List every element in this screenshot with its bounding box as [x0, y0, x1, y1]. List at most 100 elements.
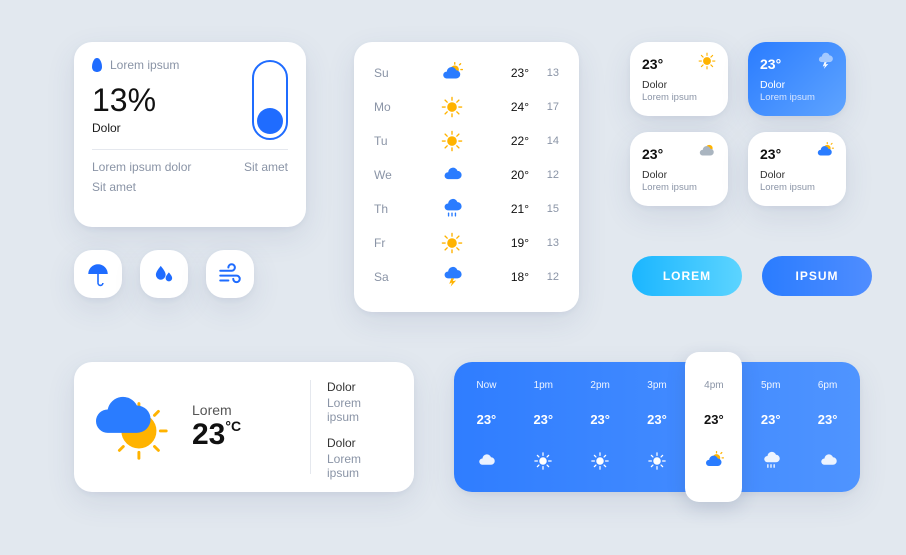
rain-icon	[404, 198, 499, 220]
divider	[92, 149, 288, 150]
high-temp: 21°	[499, 202, 529, 216]
high-temp: 24°	[499, 100, 529, 114]
hour-label: 2pm	[590, 380, 609, 391]
low-temp: 17	[535, 101, 559, 113]
mini-card-1[interactable]: 23° Dolor Lorem ipsum	[630, 42, 728, 116]
cloudg-icon	[818, 448, 838, 474]
sunny-icon	[698, 52, 716, 75]
cloudy-icon	[404, 164, 499, 186]
hour-label: 3pm	[647, 380, 666, 391]
weekly-row[interactable]: Mo 24° 17	[374, 90, 559, 124]
current-temp: 23°C	[192, 418, 292, 452]
hour-slot[interactable]: 2pm 23°	[572, 376, 629, 478]
weekday-label: Su	[374, 66, 404, 80]
mini-card-3[interactable]: 23° Dolor Lorem ipsum	[630, 132, 728, 206]
droplet-icon	[92, 58, 102, 72]
high-temp: 22°	[499, 134, 529, 148]
weekday-label: Th	[374, 202, 404, 216]
hour-slot[interactable]: 1pm 23°	[515, 376, 572, 478]
cloudg-icon	[476, 448, 496, 474]
low-temp: 12	[535, 271, 559, 283]
humidity-line2: Sit amet	[92, 180, 288, 194]
hour-temp: 23°	[477, 412, 497, 427]
current-v1: Lorem ipsum	[327, 396, 392, 424]
hour-temp: 23°	[818, 412, 838, 427]
mini-temp: 23°	[760, 56, 781, 72]
hour-temp: 23°	[533, 412, 553, 427]
current-label: Lorem	[192, 402, 292, 418]
hour-slot[interactable]: Now 23°	[458, 376, 515, 478]
hourly-forecast[interactable]: Now 23° 1pm 23° 2pm 23° 3pm 23° 4pm 23° …	[454, 362, 860, 492]
low-temp: 13	[535, 67, 559, 79]
hour-temp: 23°	[647, 412, 667, 427]
current-v2: Lorem ipsum	[327, 452, 392, 480]
high-temp: 20°	[499, 168, 529, 182]
weekly-row[interactable]: Su 23° 13	[374, 56, 559, 90]
sunw-icon	[647, 448, 667, 474]
mini-line2: Lorem ipsum	[760, 182, 834, 193]
mini-temp: 23°	[642, 146, 663, 162]
storm-icon	[404, 266, 499, 288]
current-weather-icon	[96, 380, 174, 474]
weekday-label: Tu	[374, 134, 404, 148]
mini-temp: 23°	[760, 146, 781, 162]
hour-label: 6pm	[818, 380, 837, 391]
weekday-label: Fr	[374, 236, 404, 250]
low-temp: 13	[535, 237, 559, 249]
weekday-label: Mo	[374, 100, 404, 114]
weekly-row[interactable]: Tu 22° 14	[374, 124, 559, 158]
hour-label: 4pm	[704, 380, 723, 391]
rainw-icon	[761, 448, 781, 474]
partly-icon	[404, 62, 499, 84]
weekday-label: Sa	[374, 270, 404, 284]
weekly-forecast: Su 23° 13 Mo 24° 17 Tu 22° 14 We 20° 12 …	[354, 42, 579, 312]
current-k1: Dolor	[327, 380, 392, 394]
tile-raindrops[interactable]	[140, 250, 188, 298]
sunw-icon	[533, 448, 553, 474]
sunw-icon	[590, 448, 610, 474]
weekly-row[interactable]: We 20° 12	[374, 158, 559, 192]
hour-slot[interactable]: 4pm 23°	[685, 376, 742, 478]
current-k2: Dolor	[327, 436, 392, 450]
partly-grey-icon	[698, 142, 716, 165]
umbrella-icon	[85, 261, 111, 287]
current-weather-card: Lorem 23°C Dolor Lorem ipsum Dolor Lorem…	[74, 362, 414, 492]
tile-wind[interactable]	[206, 250, 254, 298]
raindrops-icon	[151, 261, 177, 287]
weekly-row[interactable]: Th 21° 15	[374, 192, 559, 226]
hour-temp: 23°	[704, 412, 724, 427]
lorem-button[interactable]: LOREM	[632, 256, 742, 296]
partly-icon	[704, 448, 724, 474]
weekly-row[interactable]: Sa 18° 12	[374, 260, 559, 294]
humidity-toggle[interactable]	[252, 60, 288, 140]
low-temp: 14	[535, 135, 559, 147]
high-temp: 23°	[499, 66, 529, 80]
high-temp: 18°	[499, 270, 529, 284]
mini-line1: Dolor	[760, 79, 834, 91]
sunny-icon	[404, 130, 499, 152]
humidity-line1-left: Lorem ipsum dolor	[92, 160, 191, 174]
hour-slot[interactable]: 3pm 23°	[629, 376, 686, 478]
mini-line1: Dolor	[760, 169, 834, 181]
mini-card-2[interactable]: 23° Dolor Lorem ipsum	[748, 42, 846, 116]
hour-temp: 23°	[761, 412, 781, 427]
mini-line2: Lorem ipsum	[760, 92, 834, 103]
mini-card-4[interactable]: 23° Dolor Lorem ipsum	[748, 132, 846, 206]
hour-label: 5pm	[761, 380, 780, 391]
weekday-label: We	[374, 168, 404, 182]
low-temp: 12	[535, 169, 559, 181]
hour-slot[interactable]: 5pm 23°	[742, 376, 799, 478]
sunny-icon	[404, 232, 499, 254]
low-temp: 15	[535, 203, 559, 215]
humidity-card: Lorem ipsum 13% Dolor Lorem ipsum dolor …	[74, 42, 306, 227]
ipsum-button[interactable]: IPSUM	[762, 256, 872, 296]
hour-slot[interactable]: 6pm 23°	[799, 376, 856, 478]
wind-icon	[217, 261, 243, 287]
weekly-row[interactable]: Fr 19° 13	[374, 226, 559, 260]
hour-temp: 23°	[590, 412, 610, 427]
partly-icon	[816, 142, 834, 165]
tile-umbrella[interactable]	[74, 250, 122, 298]
mini-line2: Lorem ipsum	[642, 182, 716, 193]
storm-white-icon	[816, 52, 834, 75]
humidity-header-text: Lorem ipsum	[110, 58, 179, 72]
